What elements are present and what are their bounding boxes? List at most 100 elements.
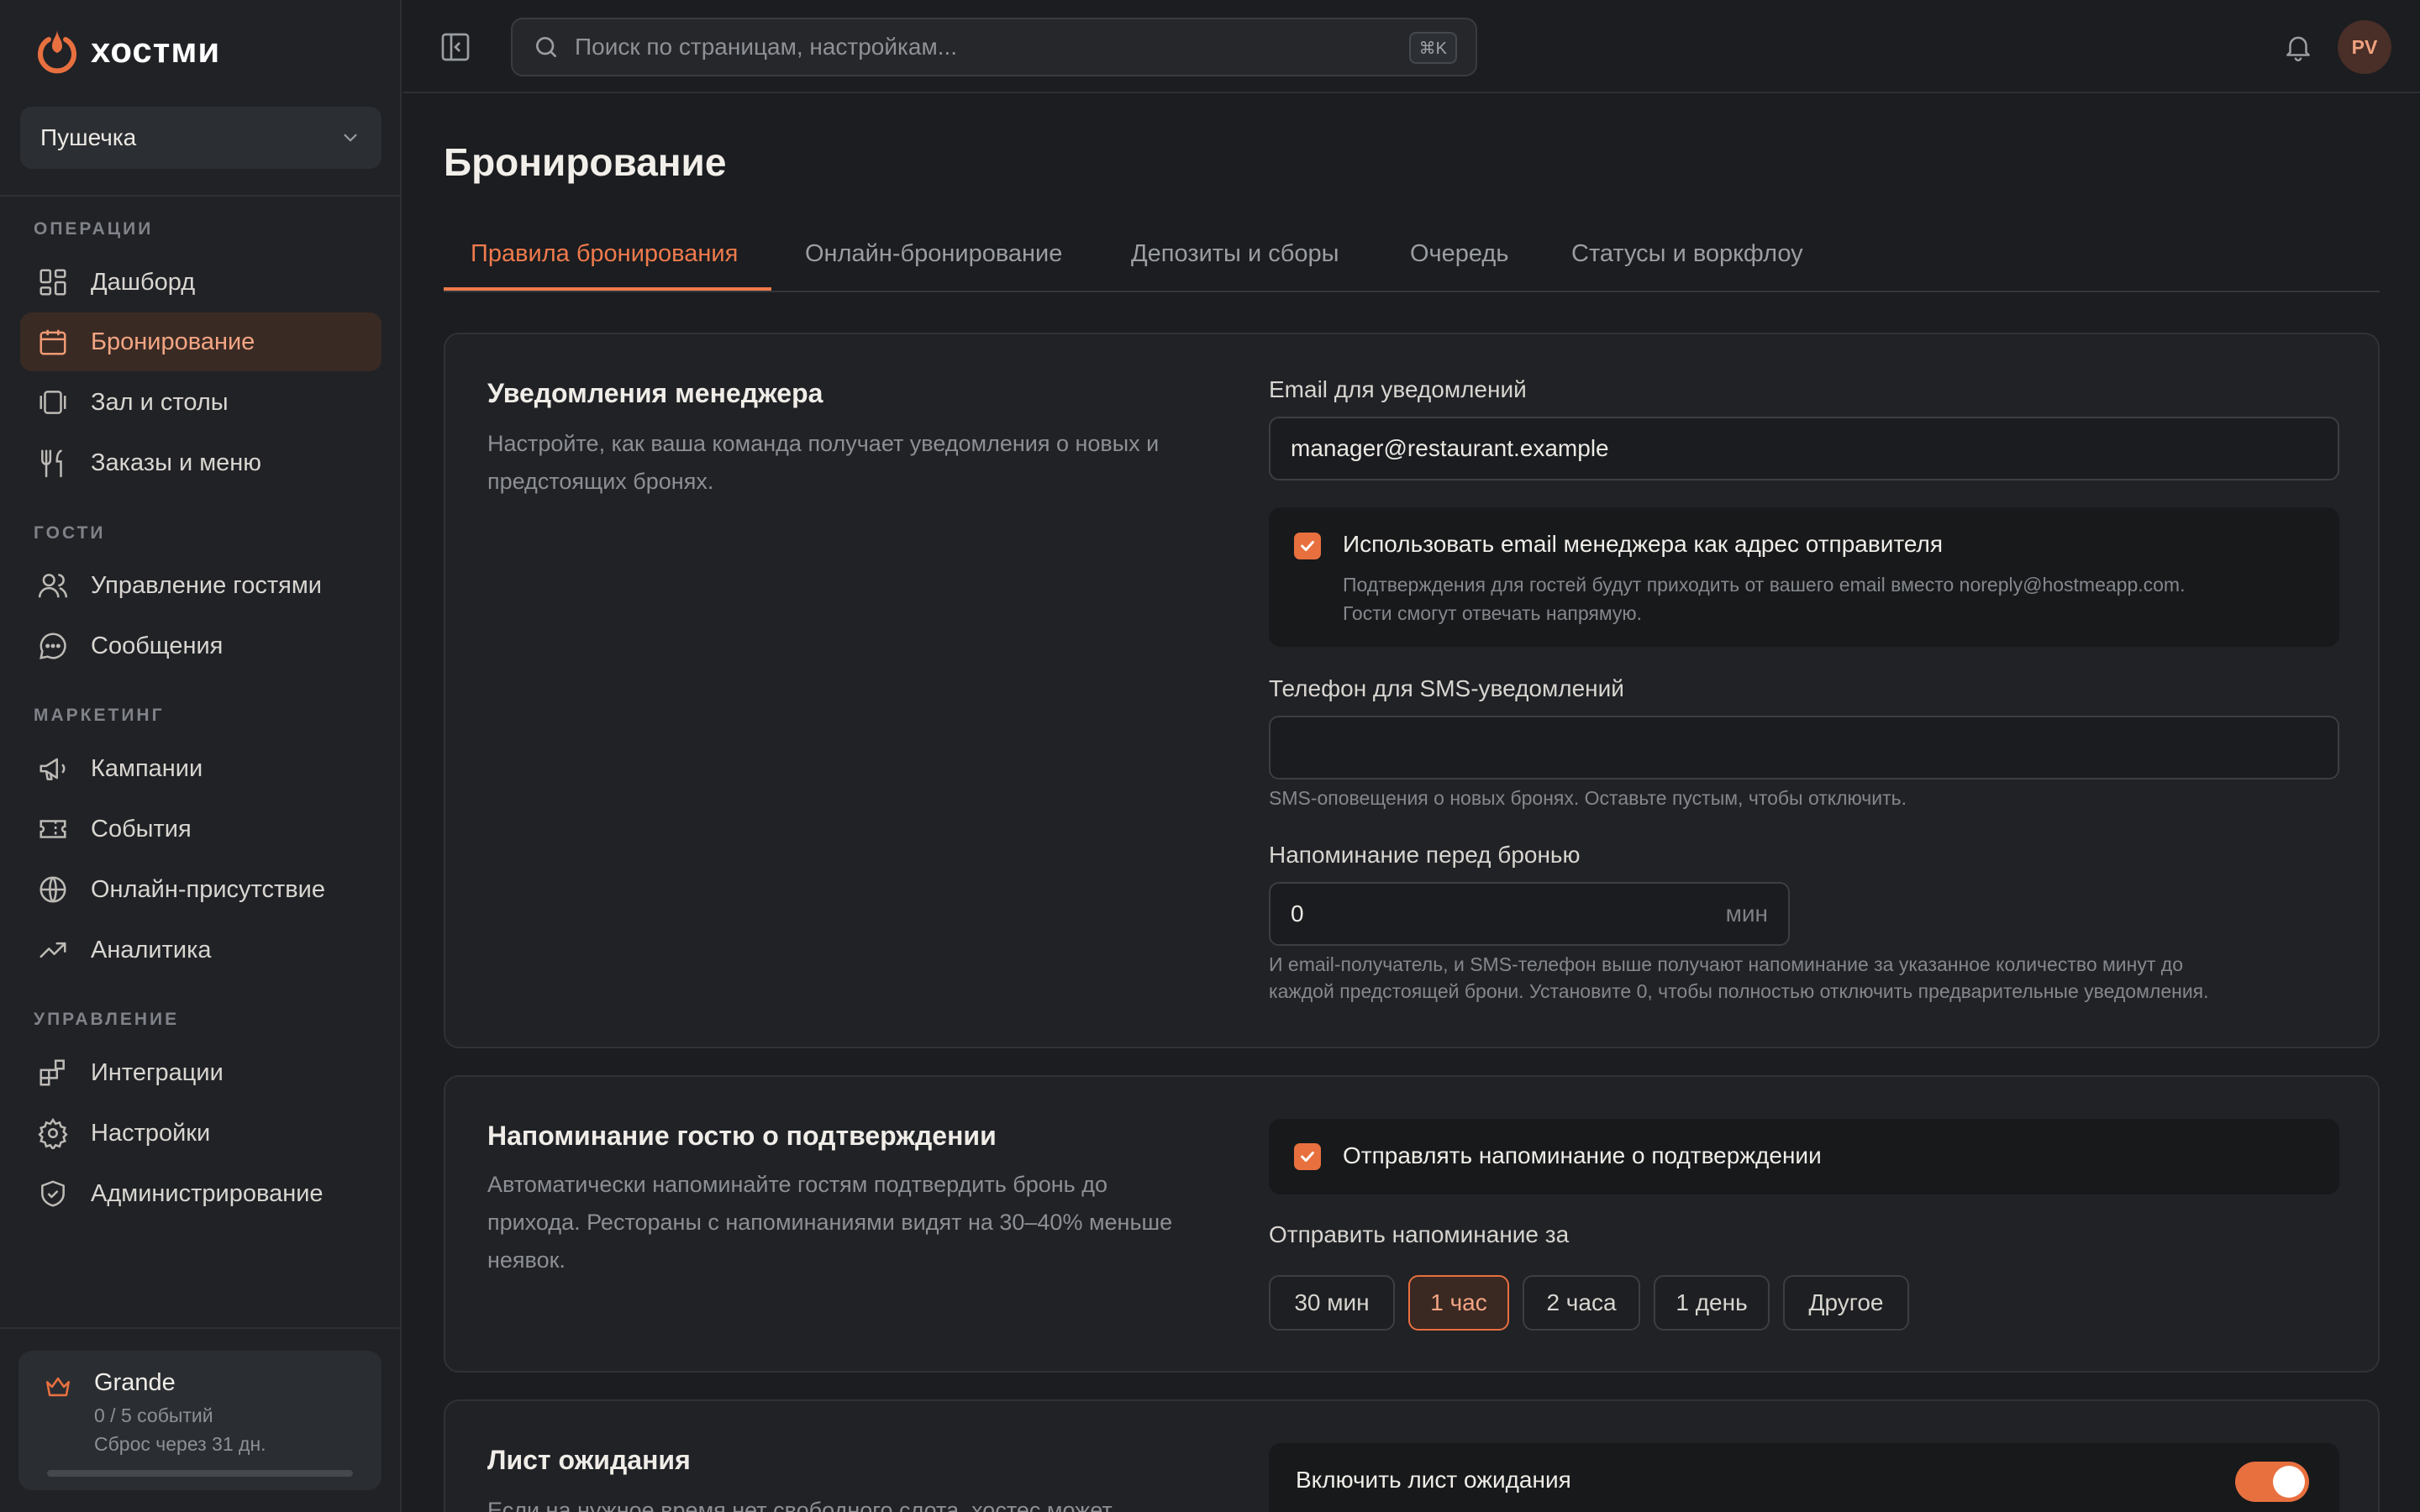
trending-up-icon [39,942,66,958]
reminder-hint: И email-получатель, и SMS-телефон выше п… [1269,953,2183,975]
check-icon [1301,540,1314,552]
section-label-operations: ОПЕРАЦИИ [34,219,154,239]
plan-name: Grande [94,1369,176,1396]
sender-checkbox[interactable] [1294,533,1321,559]
sender-checkbox-panel: Использовать email менеджера как адрес о… [1269,507,2339,647]
waitlist-toggle-panel: Включить лист ожидания [1269,1443,2339,1512]
brand-logo[interactable]: хостми [35,25,220,76]
calendar-icon [39,329,66,355]
option-2-hours[interactable]: 2 часа [1523,1275,1640,1331]
topbar: Поиск по страницам, настройкам... ⌘K PV [403,0,2420,93]
avatar[interactable]: PV [2338,20,2391,74]
guest-reminder-checkbox-label: Отправлять напоминание о подтверждении [1343,1142,1822,1168]
sidebar-item-label: Администрирование [91,1179,324,1207]
phone-label: Телефон для SMS-уведомлений [1269,675,1624,701]
option-1-hour[interactable]: 1 час [1408,1275,1509,1331]
dashboard-icon [39,269,66,296]
sidebar-item-integrations[interactable]: Интеграции [20,1043,381,1102]
sidebar-item-messages[interactable]: Сообщения [20,617,381,675]
sidebar-item-events[interactable]: События [20,800,381,858]
section-label-guests: ГОСТИ [34,523,106,543]
sidebar-item-label: Бронирование [91,328,255,355]
email-value: manager@restaurant.example [1291,435,1609,461]
search-icon [536,37,556,57]
sidebar-item-campaigns[interactable]: Кампании [20,739,381,798]
card-title: Лист ожидания [487,1445,691,1475]
tab-online-booking[interactable]: Онлайн-бронирование [805,240,1062,292]
tab-queue[interactable]: Очередь [1410,240,1508,292]
waitlist-toggle-label: Включить лист ожидания [1296,1467,1571,1493]
sidebar-item-dashboard[interactable]: Дашборд [20,253,381,312]
plan-reset: Сброс через 31 дн. [94,1433,266,1455]
sidebar-item-settings[interactable]: Настройки [20,1104,381,1163]
venue-selector[interactable]: Пушечка [20,107,381,169]
sidebar-item-analytics[interactable]: Аналитика [20,921,381,979]
sidebar-item-floor[interactable]: Зал и столы [20,373,381,432]
active-tab-indicator [444,287,771,291]
sidebar-item-label: Онлайн-присутствие [91,875,325,903]
reminder-label: Напоминание перед бронью [1269,842,1581,868]
reminder-minutes-field[interactable]: 0 мин [1269,882,1790,946]
plan-card[interactable]: Grande 0 / 5 событий Сброс через 31 дн. [18,1351,381,1490]
waitlist-toggle[interactable] [2235,1462,2309,1502]
ticket-icon [39,820,66,838]
globe-icon [39,876,66,903]
utensils-icon [41,449,62,478]
sidebar-item-label: События [91,815,192,843]
sidebar-item-guests[interactable]: Управление гостями [20,556,381,615]
card-description: Если на нужное время нет свободного слот… [487,1498,1113,1512]
check-icon [1301,1151,1314,1163]
email-label: Email для уведомлений [1269,376,1527,402]
option-1-day[interactable]: 1 день [1654,1275,1770,1331]
brand-name: хостми [91,30,221,70]
sender-hint-2: Гости смогут отвечать напрямую. [1343,602,1643,624]
sidebar-divider [0,195,402,197]
bell-icon[interactable] [2282,30,2314,64]
crown-icon [45,1377,71,1397]
chevron-down-icon [344,134,357,142]
chat-icon [39,633,66,659]
plan-progress-bar [47,1470,353,1477]
users-icon [38,574,68,598]
sidebar-item-admin[interactable]: Администрирование [20,1164,381,1223]
reminder-hint-2: каждой предстоящей брони. Установите 0, … [1269,980,2209,1002]
table-icon [39,391,66,414]
venue-name: Пушечка [40,124,137,150]
section-label-marketing: МАРКЕТИНГ [34,706,165,725]
sidebar-item-orders[interactable]: Заказы и меню [20,433,381,492]
shield-icon [41,1180,65,1207]
sidebar-item-label: Аналитика [91,936,212,963]
tab-booking-rules[interactable]: Правила бронирования [471,240,738,292]
toggle-knob [2273,1466,2305,1498]
sidebar-divider [0,1327,402,1329]
sidebar-item-booking[interactable]: Бронирование [20,312,381,371]
sidebar: хостми Пушечка ОПЕРАЦИИ Дашборд Брониров… [0,0,402,1512]
manager-notifications-card: Уведомления менеджера Настройте, как ваш… [444,333,2380,1048]
phone-field[interactable] [1269,716,2339,780]
sender-hint: Подтверждения для гостей будут приходить… [1343,574,2186,596]
guest-reminder-checkbox[interactable] [1294,1143,1321,1170]
sidebar-item-label: Интеграции [91,1058,224,1086]
sidebar-item-online-presence[interactable]: Онлайн-присутствие [20,860,381,919]
sidebar-item-label: Настройки [91,1119,211,1147]
option-30-min[interactable]: 30 мин [1269,1275,1395,1331]
sidebar-item-label: Дашборд [91,268,196,296]
phone-hint: SMS-оповещения о новых бронях. Оставьте … [1269,787,1907,809]
sidebar-item-label: Зал и столы [91,388,229,416]
search-input[interactable]: Поиск по страницам, настройкам... ⌘K [511,18,1477,76]
guest-reminder-checkbox-panel: Отправлять напоминание о подтверждении [1269,1119,2339,1194]
gear-icon [38,1117,68,1149]
sidebar-item-label: Управление гостями [91,571,322,599]
sidebar-item-label: Сообщения [91,632,224,659]
tab-deposits[interactable]: Депозиты и сборы [1131,240,1339,292]
reminder-unit: мин [1725,900,1768,927]
card-description: Автоматически напоминайте гостям подтвер… [487,1172,1173,1273]
email-field[interactable]: manager@restaurant.example [1269,417,2339,480]
search-placeholder: Поиск по страницам, настройкам... [575,34,958,60]
sidebar-toggle-icon[interactable] [439,30,472,64]
sender-checkbox-label: Использовать email менеджера как адрес о… [1343,531,1944,557]
tab-statuses[interactable]: Статусы и воркфлоу [1571,240,1803,292]
option-other[interactable]: Другое [1783,1275,1909,1331]
shortcut-badge: ⌘K [1408,32,1457,64]
sidebar-item-label: Заказы и меню [91,449,262,476]
